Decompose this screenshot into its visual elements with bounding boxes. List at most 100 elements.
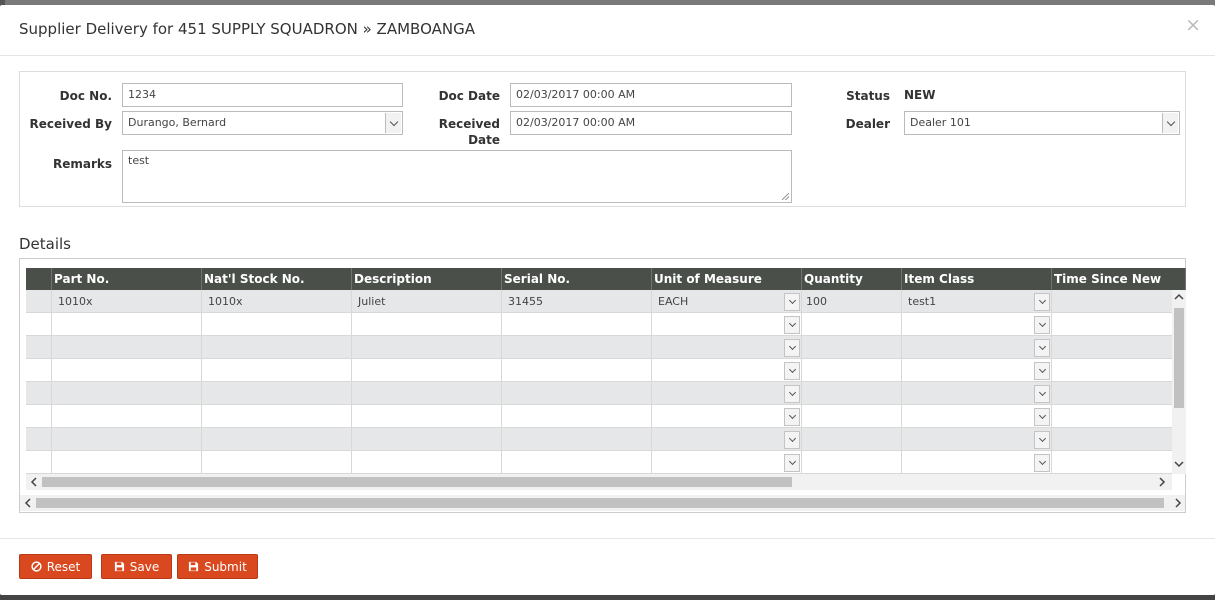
chevron-down-icon[interactable]	[1162, 113, 1178, 133]
cell-time-since-new[interactable]	[1052, 451, 1186, 474]
horizontal-scroll-thumb[interactable]	[42, 477, 792, 487]
chevron-down-icon[interactable]	[385, 113, 401, 133]
scroll-left-icon[interactable]	[30, 477, 38, 490]
scroll-down-icon[interactable]	[1174, 460, 1184, 471]
cell-time-since-new[interactable]	[1052, 405, 1186, 428]
row-selector[interactable]	[26, 359, 52, 382]
cell-part-no[interactable]	[52, 405, 202, 428]
cell-serial-no[interactable]	[502, 359, 652, 382]
cell-serial-no[interactable]	[502, 336, 652, 359]
cell-stock-no[interactable]: 1010x	[202, 290, 352, 313]
row-selector[interactable]	[26, 428, 52, 451]
cell-part-no[interactable]	[52, 336, 202, 359]
cell-quantity[interactable]: 100	[802, 290, 902, 313]
vertical-scroll-thumb[interactable]	[1174, 308, 1184, 408]
scroll-right-icon[interactable]	[1174, 498, 1182, 511]
cell-stock-no[interactable]	[202, 336, 352, 359]
scroll-left-icon[interactable]	[24, 498, 32, 511]
row-selector[interactable]	[26, 290, 52, 313]
cell-quantity[interactable]	[802, 405, 902, 428]
chevron-down-icon[interactable]	[784, 362, 800, 380]
table-row[interactable]	[26, 382, 1186, 405]
cell-serial-no[interactable]: 31455	[502, 290, 652, 313]
received-by-select[interactable]: Durango, Bernard	[122, 111, 403, 135]
cell-time-since-new[interactable]	[1052, 428, 1186, 451]
cell-stock-no[interactable]	[202, 405, 352, 428]
chevron-down-icon[interactable]	[1034, 408, 1050, 426]
cell-description[interactable]	[352, 428, 502, 451]
chevron-down-icon[interactable]	[1034, 293, 1050, 311]
cell-part-no[interactable]	[52, 359, 202, 382]
container-horizontal-scrollbar[interactable]	[20, 495, 1185, 511]
cell-time-since-new[interactable]	[1052, 313, 1186, 336]
cell-serial-no[interactable]	[502, 313, 652, 336]
row-selector[interactable]	[26, 382, 52, 405]
table-row[interactable]	[26, 313, 1186, 336]
cell-stock-no[interactable]	[202, 451, 352, 474]
reset-button[interactable]: Reset	[19, 554, 92, 579]
column-header-part-no[interactable]: Part No.	[52, 268, 202, 290]
scroll-right-icon[interactable]	[1158, 477, 1166, 490]
cell-unit-of-measure[interactable]	[652, 428, 802, 451]
cell-unit-of-measure[interactable]: EACH	[652, 290, 802, 313]
cell-serial-no[interactable]	[502, 382, 652, 405]
cell-item-class[interactable]	[902, 382, 1052, 405]
column-header-stock-no[interactable]: Nat'l Stock No.	[202, 268, 352, 290]
cell-description[interactable]	[352, 313, 502, 336]
cell-time-since-new[interactable]	[1052, 290, 1186, 313]
cell-part-no[interactable]	[52, 428, 202, 451]
cell-unit-of-measure[interactable]	[652, 336, 802, 359]
column-header-quantity[interactable]: Quantity	[802, 268, 902, 290]
cell-unit-of-measure[interactable]	[652, 359, 802, 382]
row-selector[interactable]	[26, 405, 52, 428]
chevron-down-icon[interactable]	[784, 408, 800, 426]
cell-time-since-new[interactable]	[1052, 359, 1186, 382]
table-row[interactable]	[26, 359, 1186, 382]
chevron-down-icon[interactable]	[784, 385, 800, 403]
remarks-textarea[interactable]: test	[122, 150, 792, 203]
cell-unit-of-measure[interactable]	[652, 405, 802, 428]
close-icon[interactable]: ×	[1185, 16, 1201, 35]
cell-item-class[interactable]	[902, 359, 1052, 382]
cell-description[interactable]	[352, 405, 502, 428]
table-row[interactable]	[26, 405, 1186, 428]
cell-time-since-new[interactable]	[1052, 382, 1186, 405]
resize-grip-icon[interactable]	[782, 193, 789, 200]
cell-description[interactable]	[352, 382, 502, 405]
chevron-down-icon[interactable]	[784, 339, 800, 357]
save-button[interactable]: Save	[101, 554, 172, 579]
cell-unit-of-measure[interactable]	[652, 313, 802, 336]
chevron-down-icon[interactable]	[1034, 339, 1050, 357]
grid-vertical-scrollbar[interactable]	[1172, 290, 1186, 474]
cell-quantity[interactable]	[802, 313, 902, 336]
dealer-select[interactable]: Dealer 101	[904, 111, 1180, 135]
cell-description[interactable]: Juliet	[352, 290, 502, 313]
column-header-description[interactable]: Description	[352, 268, 502, 290]
cell-unit-of-measure[interactable]	[652, 382, 802, 405]
cell-item-class[interactable]: test1	[902, 290, 1052, 313]
cell-item-class[interactable]	[902, 428, 1052, 451]
chevron-down-icon[interactable]	[784, 316, 800, 334]
column-header-serial-no[interactable]: Serial No.	[502, 268, 652, 290]
chevron-down-icon[interactable]	[1034, 385, 1050, 403]
column-header-item-class[interactable]: Item Class	[902, 268, 1052, 290]
column-header-time-since-new[interactable]: Time Since New	[1052, 268, 1186, 290]
row-selector[interactable]	[26, 313, 52, 336]
doc-date-input[interactable]: 02/03/2017 00:00 AM	[510, 83, 792, 107]
table-row[interactable]	[26, 451, 1186, 474]
cell-item-class[interactable]	[902, 405, 1052, 428]
cell-description[interactable]	[352, 359, 502, 382]
cell-description[interactable]	[352, 336, 502, 359]
cell-item-class[interactable]	[902, 336, 1052, 359]
table-row[interactable]	[26, 336, 1186, 359]
cell-serial-no[interactable]	[502, 451, 652, 474]
chevron-down-icon[interactable]	[784, 431, 800, 449]
cell-unit-of-measure[interactable]	[652, 451, 802, 474]
cell-part-no[interactable]	[52, 451, 202, 474]
cell-part-no[interactable]: 1010x	[52, 290, 202, 313]
cell-quantity[interactable]	[802, 336, 902, 359]
received-date-input[interactable]: 02/03/2017 00:00 AM	[510, 111, 792, 135]
horizontal-scroll-thumb[interactable]	[36, 498, 1164, 508]
chevron-down-icon[interactable]	[1034, 431, 1050, 449]
cell-quantity[interactable]	[802, 359, 902, 382]
